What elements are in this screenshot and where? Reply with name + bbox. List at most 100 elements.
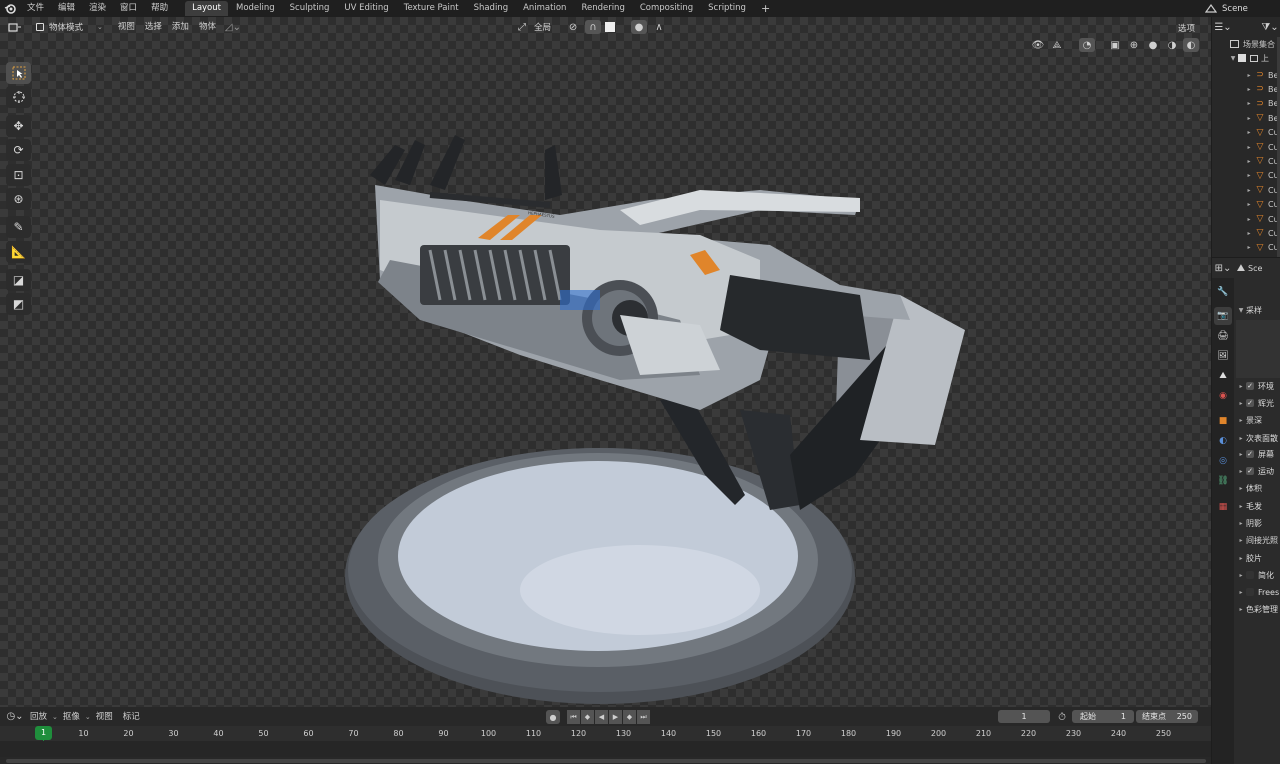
visibility-icon[interactable]: 👁 (1030, 38, 1046, 52)
expand-arrow-icon[interactable]: ▸ (1236, 468, 1246, 475)
filter-icon[interactable]: ⧩⌄ (1260, 20, 1280, 34)
tab-animation[interactable]: Animation (516, 1, 573, 16)
menu-file[interactable]: 文件 (20, 0, 51, 17)
menu-view[interactable]: 视图 (113, 20, 140, 34)
properties-subpanel[interactable]: ▸ ✓ 辉光 (1236, 395, 1280, 411)
annotate-tool-icon[interactable]: ✎ (6, 216, 31, 238)
menu-keying[interactable]: 抠像 (58, 710, 85, 724)
blender-logo-icon[interactable] (0, 2, 20, 16)
expand-arrow-icon[interactable]: ▸ (1244, 100, 1254, 107)
jump-start-icon[interactable]: ⏮ (567, 710, 580, 724)
properties-subpanel[interactable]: ▸ 胶片 (1236, 550, 1280, 566)
expand-arrow-icon[interactable]: ▸ (1236, 400, 1246, 407)
timeline-scrollbar[interactable] (6, 759, 1206, 763)
outliner-item[interactable]: ▸ ⊃ Be (1212, 68, 1280, 82)
expand-arrow-icon[interactable]: ▸ (1236, 451, 1246, 458)
expand-arrow-icon[interactable]: ▸ (1244, 129, 1254, 136)
transform-orientation-icon[interactable]: ⤢ (514, 20, 530, 34)
tab-rendering[interactable]: Rendering (574, 1, 631, 16)
material-shading-icon[interactable]: ◑ (1164, 38, 1180, 52)
timeline-track-area[interactable] (0, 741, 1211, 757)
outliner-item[interactable]: ▸ ▽ Cu (1212, 226, 1280, 240)
rendered-gun-model[interactable] (340, 127, 980, 707)
start-frame-field[interactable]: 起始 1 (1072, 710, 1134, 723)
tab-compositing[interactable]: Compositing (633, 1, 700, 16)
checkbox[interactable] (1246, 588, 1254, 596)
properties-subpanel[interactable]: ▸ 间接光照 (1236, 532, 1280, 548)
add-primitive-tool-icon[interactable]: ◩ (6, 293, 31, 315)
expand-arrow-icon[interactable]: ▸ (1236, 520, 1246, 527)
xray-icon[interactable]: ▣ (1107, 38, 1123, 52)
add-workspace-button[interactable]: + (754, 1, 777, 16)
gizmo-dropdown-icon[interactable]: ◿⌄ (221, 20, 245, 34)
expand-arrow-icon[interactable]: ▸ (1244, 115, 1254, 122)
expand-arrow-icon[interactable]: ▸ (1244, 187, 1254, 194)
menu-window[interactable]: 窗口 (113, 0, 144, 17)
tab-modeling[interactable]: Modeling (229, 1, 282, 16)
checkbox[interactable]: ✓ (1246, 382, 1254, 390)
properties-subpanel[interactable]: ▸ Frees (1236, 584, 1280, 600)
gizmo-toggle-icon[interactable]: ⟁ (1049, 38, 1065, 52)
expand-arrow-icon[interactable]: ▼ (1228, 55, 1238, 62)
properties-subpanel[interactable]: ▸ ✓ 环境 (1236, 378, 1280, 394)
scene-tab-icon[interactable]: ⛰ (1214, 367, 1232, 385)
checkbox[interactable] (1246, 571, 1254, 579)
rendered-shading-icon[interactable]: ◐ (1183, 38, 1199, 52)
prev-keyframe-icon[interactable]: ◆ (581, 710, 594, 724)
expand-arrow-icon[interactable]: ▸ (1236, 589, 1246, 596)
modifier-tab-icon[interactable]: ◐ (1214, 432, 1232, 450)
3d-viewport[interactable]: 物体模式 ⌄ 视图 选择 添加 物体 ◿⌄ ⤢ 全局 ⊘ ∩ ● ∧ 选项 👁 … (0, 17, 1211, 707)
constraint-tab-icon[interactable]: ⛓ (1214, 472, 1232, 490)
expand-arrow-icon[interactable]: ▸ (1236, 555, 1246, 562)
properties-subpanel[interactable]: ▸ 阴影 (1236, 515, 1280, 531)
menu-render[interactable]: 渲染 (82, 0, 113, 17)
sampling-panel-header[interactable]: ▼ 采样 (1236, 302, 1280, 318)
record-icon[interactable]: ● (546, 710, 560, 724)
expand-arrow-icon[interactable]: ▸ (1236, 606, 1246, 613)
menu-playback[interactable]: 回放 (25, 710, 52, 724)
expand-arrow-icon[interactable]: ▸ (1244, 172, 1254, 179)
transform-orientation[interactable]: 全局 (534, 21, 551, 33)
scene-name[interactable]: Scene (1222, 4, 1280, 14)
outliner-item[interactable]: ▸ ▽ Cu (1212, 140, 1280, 154)
outliner-item[interactable]: ▸ ▽ Cu (1212, 126, 1280, 140)
proportional-edit-icon[interactable]: ● (631, 20, 648, 34)
expand-arrow-icon[interactable]: ▸ (1244, 230, 1254, 237)
expand-arrow-icon[interactable]: ▸ (1244, 244, 1254, 251)
select-box-tool-icon[interactable] (6, 62, 31, 84)
current-frame-field[interactable]: 1 (998, 710, 1050, 723)
properties-subpanel[interactable]: ▸ ✓ 运动 (1236, 463, 1280, 479)
properties-subpanel[interactable]: ▸ 体积 (1236, 480, 1280, 496)
properties-subpanel[interactable]: ▸ 色彩管理 (1236, 601, 1280, 617)
expand-arrow-icon[interactable]: ▸ (1244, 144, 1254, 151)
properties-subpanel[interactable]: ▸ 简化 (1236, 567, 1280, 583)
outliner-editor-icon[interactable]: ☰⌄ (1212, 20, 1234, 34)
menu-timeline-view[interactable]: 视图 (91, 710, 118, 724)
expand-arrow-icon[interactable]: ▸ (1236, 383, 1246, 390)
checkbox[interactable]: ✓ (1246, 399, 1254, 407)
menu-select[interactable]: 选择 (140, 20, 167, 34)
menu-add[interactable]: 添加 (167, 20, 194, 34)
tab-layout[interactable]: Layout (185, 1, 228, 16)
output-tab-icon[interactable]: 🖨 (1214, 327, 1232, 345)
texture-tab-icon[interactable]: ▦ (1214, 498, 1232, 516)
checkbox[interactable]: ✓ (1246, 450, 1254, 458)
tab-shading[interactable]: Shading (467, 1, 516, 16)
checkbox[interactable]: ✓ (1246, 467, 1254, 475)
snap-target-swatch[interactable] (605, 22, 616, 32)
wireframe-shading-icon[interactable]: ⊕ (1126, 38, 1142, 52)
expand-arrow-icon[interactable]: ▸ (1236, 503, 1246, 510)
end-frame-field[interactable]: 结束点 250 (1136, 710, 1198, 723)
measure-tool-icon[interactable]: 📐 (6, 241, 31, 263)
expand-arrow-icon[interactable]: ▸ (1244, 201, 1254, 208)
outliner-item[interactable]: ▸ ▽ Be (1212, 111, 1280, 125)
expand-arrow-icon[interactable]: ▸ (1236, 537, 1246, 544)
options-dropdown[interactable]: 选项 (1178, 22, 1195, 34)
expand-arrow-icon[interactable]: ▸ (1244, 72, 1254, 79)
tab-uv-editing[interactable]: UV Editing (337, 1, 395, 16)
scene-selector-icon[interactable] (1200, 2, 1222, 16)
falloff-icon[interactable]: ∧ (651, 20, 667, 34)
menu-marker[interactable]: 标记 (118, 710, 145, 724)
collection-row[interactable]: ▼ 上 (1212, 51, 1280, 65)
world-tab-icon[interactable]: ◉ (1214, 387, 1232, 405)
